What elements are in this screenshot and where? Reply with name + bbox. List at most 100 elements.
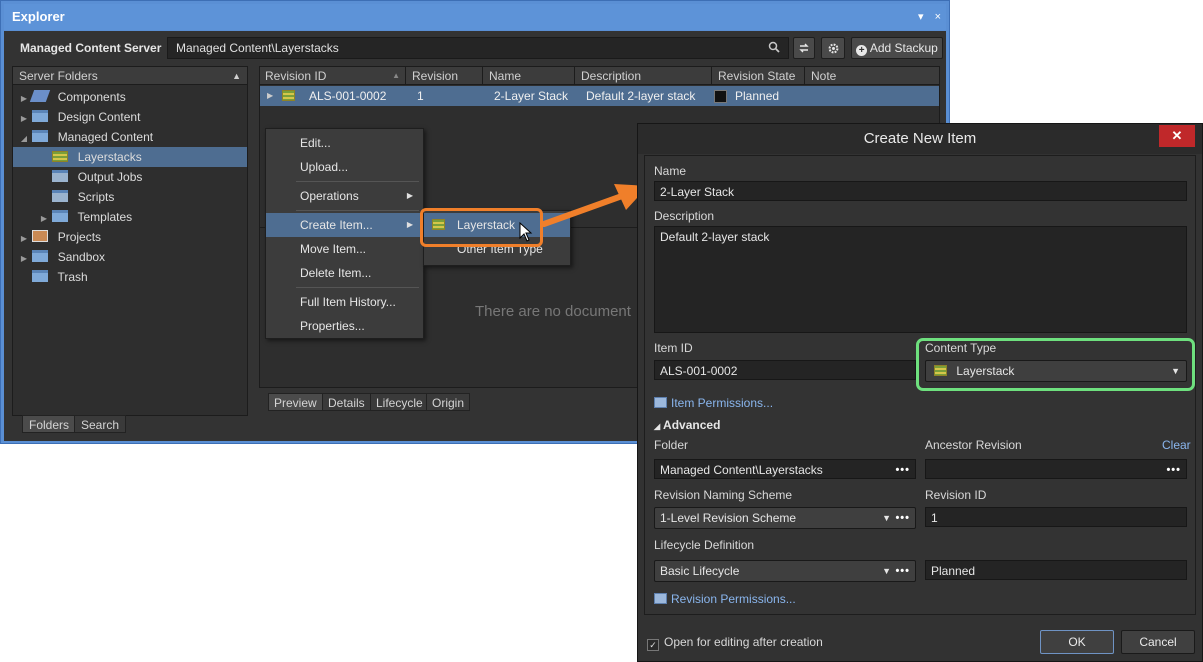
tab-details[interactable]: Details bbox=[322, 393, 371, 411]
expand-arrow-icon[interactable]: ▶ bbox=[39, 209, 49, 229]
advanced-section-toggle[interactable]: ◢ Advanced bbox=[654, 418, 720, 432]
path-field[interactable]: Managed Content\Layerstacks bbox=[167, 37, 789, 59]
empty-preview-message: There are no document bbox=[475, 303, 631, 320]
column-revision-state[interactable]: Revision State bbox=[713, 67, 805, 85]
menu-separator bbox=[296, 210, 419, 211]
collapse-arrow-icon[interactable]: ▲ bbox=[232, 67, 241, 85]
close-button[interactable]: ✕ bbox=[1159, 125, 1195, 147]
revision-permissions-link[interactable]: Revision Permissions... bbox=[654, 592, 796, 606]
menu-item-label: Create Item... bbox=[300, 218, 373, 232]
revision-id-field[interactable]: 1 bbox=[925, 507, 1187, 527]
folder-trash[interactable]: Trash bbox=[13, 267, 247, 287]
folder-managed-content[interactable]: ◢ Managed Content bbox=[13, 127, 247, 147]
folder-field[interactable]: Managed Content\Layerstacks ••• bbox=[654, 459, 916, 479]
refresh-icon bbox=[799, 43, 809, 53]
column-description[interactable]: Description bbox=[576, 67, 712, 85]
expand-arrow-icon[interactable]: ▶ bbox=[19, 89, 29, 109]
sort-icon: ▲ bbox=[392, 71, 400, 80]
naming-scheme-dropdown[interactable]: 1-Level Revision Scheme ▼ ••• bbox=[654, 507, 916, 529]
settings-button[interactable] bbox=[821, 37, 845, 59]
clear-link[interactable]: Clear bbox=[1162, 438, 1191, 452]
folder-output-jobs[interactable]: Output Jobs bbox=[13, 167, 247, 187]
column-revision-id[interactable]: Revision ID ▲ bbox=[260, 67, 406, 85]
menu-item-edit[interactable]: Edit... bbox=[266, 131, 423, 155]
menu-item-move-item[interactable]: Move Item... bbox=[266, 237, 423, 261]
folder-icon bbox=[32, 110, 49, 122]
open-for-editing-checkbox[interactable]: ✓ Open for editing after creation bbox=[647, 635, 823, 651]
folder-scripts[interactable]: Scripts bbox=[13, 187, 247, 207]
expand-arrow-icon[interactable]: ▶ bbox=[19, 249, 29, 269]
checkbox-checked-icon[interactable]: ✓ bbox=[647, 639, 659, 651]
tab-lifecycle[interactable]: Lifecycle bbox=[370, 393, 429, 411]
output-jobs-icon bbox=[52, 170, 69, 182]
ok-button[interactable]: OK bbox=[1040, 630, 1114, 654]
explorer-toolbar: Managed Content Server ▾ Managed Content… bbox=[12, 37, 943, 77]
column-note[interactable]: Note bbox=[806, 67, 940, 85]
advanced-label: Advanced bbox=[663, 418, 721, 432]
menu-item-full-history[interactable]: Full Item History... bbox=[266, 290, 423, 314]
folder-label: Components bbox=[57, 90, 126, 104]
ancestor-revision-field[interactable]: ••• bbox=[925, 459, 1187, 479]
tab-preview[interactable]: Preview bbox=[268, 393, 323, 411]
menu-separator bbox=[296, 181, 419, 182]
projects-icon bbox=[32, 230, 49, 242]
permissions-icon bbox=[654, 397, 667, 408]
lifecycle-state-field: Planned bbox=[925, 560, 1187, 580]
folder-label: Design Content bbox=[57, 110, 141, 124]
grid-header: Revision ID ▲ Revision Name Description R… bbox=[260, 67, 939, 85]
panel-menu-icon[interactable]: ▾ bbox=[918, 11, 924, 23]
dialog-title: Create New Item bbox=[638, 124, 1202, 154]
window-controls: ▾ × bbox=[910, 4, 941, 30]
browse-dots-icon[interactable]: ••• bbox=[895, 508, 910, 528]
expand-arrow-icon[interactable]: ▶ bbox=[19, 109, 29, 129]
tab-folders[interactable]: Folders bbox=[22, 415, 77, 433]
add-stackup-button[interactable]: + Add Stackup bbox=[851, 37, 943, 59]
folder-design-content[interactable]: ▶ Design Content bbox=[13, 107, 247, 127]
gear-icon bbox=[828, 43, 838, 54]
column-name[interactable]: Name bbox=[484, 67, 575, 85]
search-icon[interactable] bbox=[768, 39, 780, 59]
row-expand-icon[interactable]: ▶ bbox=[262, 86, 273, 106]
folder-components[interactable]: ▶ Components bbox=[13, 87, 247, 107]
context-menu: Edit... Upload... Operations ▶ Create Ite… bbox=[265, 128, 424, 339]
menu-item-operations[interactable]: Operations ▶ bbox=[266, 184, 423, 208]
submenu-arrow-icon: ▶ bbox=[406, 191, 413, 200]
folder-templates[interactable]: ▶ Templates bbox=[13, 207, 247, 227]
folder-label: Projects bbox=[57, 230, 102, 244]
name-field[interactable]: 2-Layer Stack bbox=[654, 181, 1187, 201]
folder-label: Sandbox bbox=[57, 250, 106, 264]
expand-arrow-icon[interactable]: ▶ bbox=[19, 229, 29, 249]
folder-projects[interactable]: ▶ Projects bbox=[13, 227, 247, 247]
server-dropdown[interactable]: Managed Content Server ▾ bbox=[12, 37, 162, 77]
folder-label: Trash bbox=[57, 270, 88, 284]
chevron-down-icon: ▼ bbox=[882, 566, 891, 576]
menu-item-create-item[interactable]: Create Item... ▶ bbox=[266, 213, 423, 237]
tab-search[interactable]: Search bbox=[74, 415, 127, 433]
folder-label: Templates bbox=[77, 210, 133, 224]
browse-dots-icon[interactable]: ••• bbox=[1166, 460, 1181, 480]
item-id-field[interactable]: ALS-001-0002 bbox=[654, 360, 916, 380]
trash-folder-icon bbox=[32, 270, 49, 282]
menu-item-properties[interactable]: Properties... bbox=[266, 314, 423, 338]
cancel-button[interactable]: Cancel bbox=[1121, 630, 1195, 654]
menu-item-upload[interactable]: Upload... bbox=[266, 155, 423, 179]
folder-sandbox[interactable]: ▶ Sandbox bbox=[13, 247, 247, 267]
refresh-button[interactable] bbox=[793, 37, 815, 59]
menu-item-delete-item[interactable]: Delete Item... bbox=[266, 261, 423, 285]
state-swatch bbox=[714, 90, 727, 103]
table-row[interactable]: ▶ ALS-001-0002 1 2-Layer Stack Default 2… bbox=[260, 86, 939, 106]
folder-layerstacks[interactable]: Layerstacks bbox=[13, 147, 247, 167]
item-permissions-link[interactable]: Item Permissions... bbox=[654, 396, 773, 410]
tab-origin[interactable]: Origin bbox=[426, 393, 471, 411]
cell-description: Default 2-layer stack bbox=[586, 89, 696, 103]
browse-dots-icon[interactable]: ••• bbox=[895, 561, 910, 581]
folder-label: Folder bbox=[654, 438, 689, 452]
column-revision[interactable]: Revision bbox=[407, 67, 483, 85]
lifecycle-dropdown[interactable]: Basic Lifecycle ▼ ••• bbox=[654, 560, 916, 582]
cell-state: Planned bbox=[735, 89, 780, 103]
description-field[interactable]: Default 2-layer stack bbox=[654, 226, 1187, 333]
close-icon[interactable]: × bbox=[935, 11, 941, 23]
collapse-arrow-icon[interactable]: ◢ bbox=[19, 129, 29, 149]
browse-dots-icon[interactable]: ••• bbox=[895, 460, 910, 480]
menu-separator bbox=[296, 287, 419, 288]
